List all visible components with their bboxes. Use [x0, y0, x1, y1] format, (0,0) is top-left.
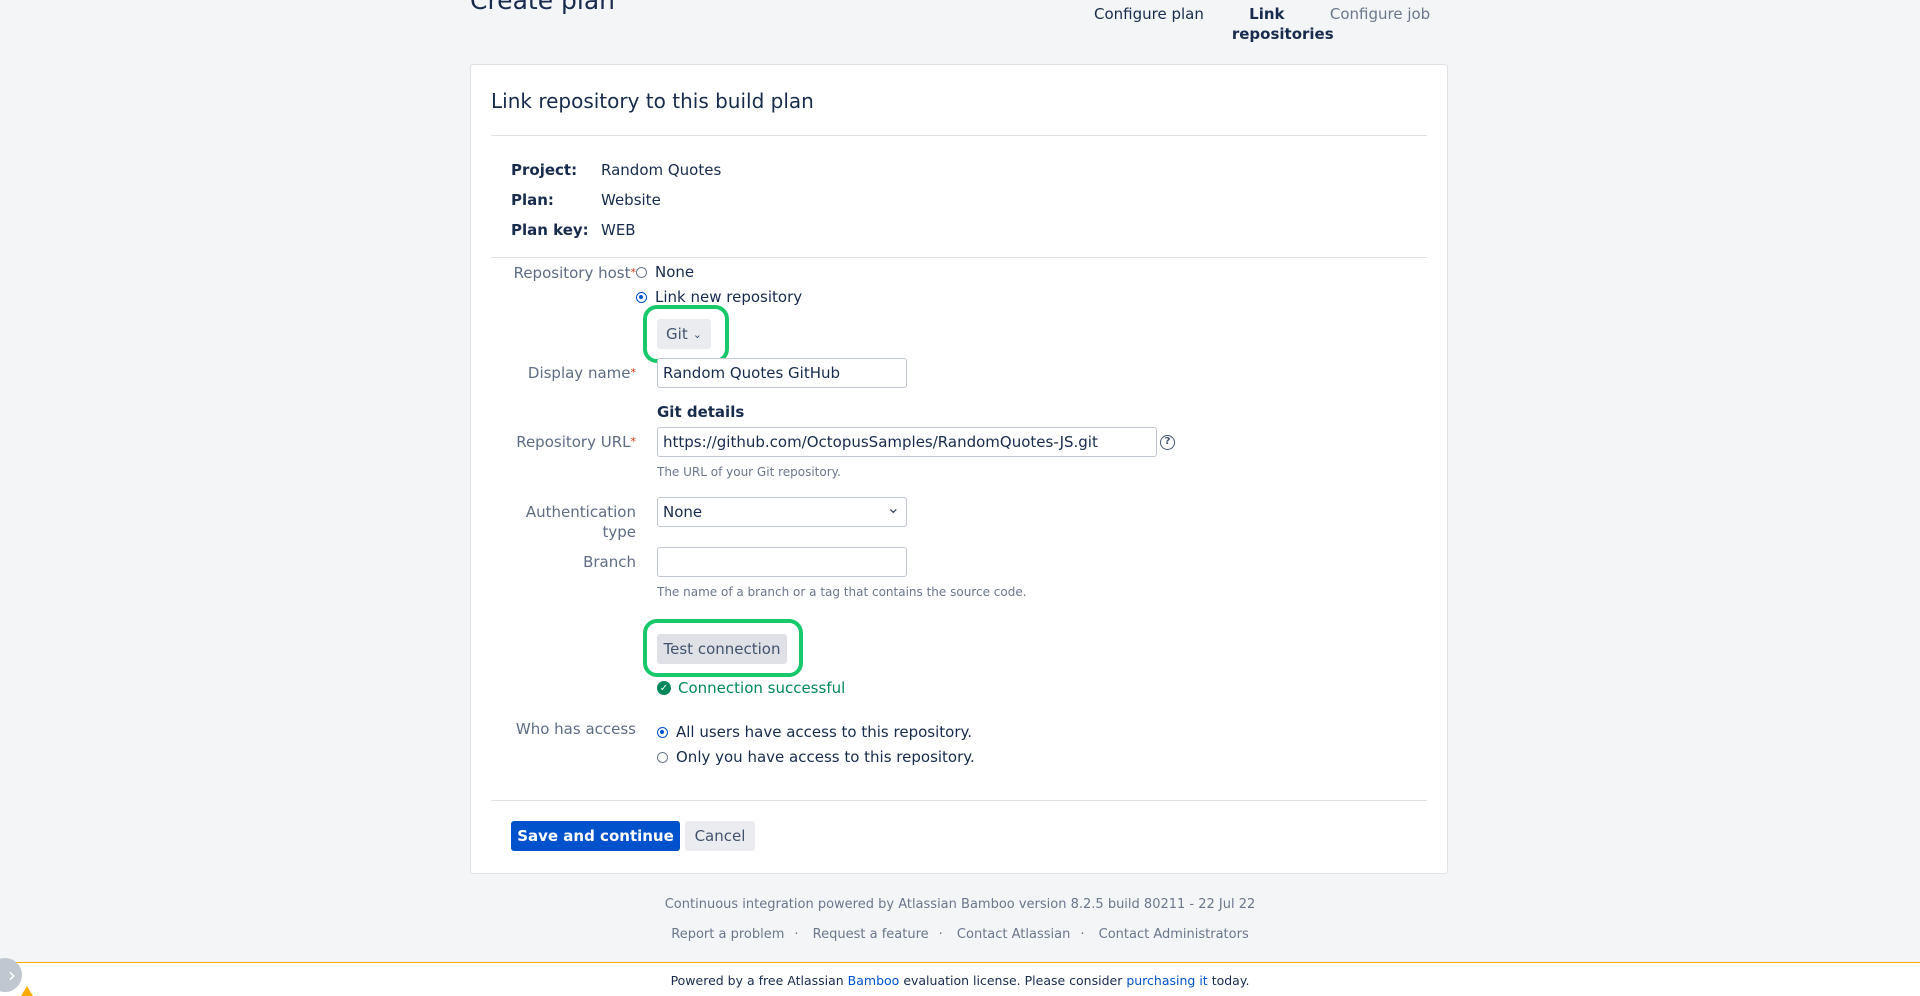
- repo-host-label: Repository host*: [513, 264, 636, 282]
- repo-url-field[interactable]: https://github.com/OctopusSamples/Random…: [657, 427, 1157, 457]
- auth-type-select[interactable]: None: [657, 494, 907, 527]
- repo-url-help: The URL of your Git repository.: [657, 465, 841, 479]
- plan-summary: Project: Random Quotes Plan: Website Pla…: [511, 155, 721, 245]
- display-name-label: Display name*: [527, 364, 636, 382]
- footer-link-report-problem[interactable]: Report a problem: [671, 927, 784, 942]
- branch-label: Branch: [583, 553, 636, 571]
- test-connection-button[interactable]: Test connection: [657, 634, 787, 664]
- link-repository-panel: Link repository to this build plan Proje…: [470, 64, 1448, 874]
- access-only-you-radio[interactable]: Only you have access to this repository.: [657, 748, 975, 766]
- divider: [491, 135, 1427, 136]
- git-details-heading: Git details: [657, 403, 745, 421]
- panel-heading: Link repository to this build plan: [491, 89, 814, 113]
- save-and-continue-button[interactable]: Save and continue: [511, 821, 680, 851]
- license-text: Powered by a free Atlassian Bamboo evalu…: [670, 973, 1250, 988]
- access-all-users-radio[interactable]: All users have access to this repository…: [657, 723, 972, 741]
- purchasing-link[interactable]: purchasing it: [1126, 973, 1207, 988]
- repo-type-dropdown[interactable]: Git ⌄: [657, 319, 711, 349]
- step-configure-plan[interactable]: Configure plan: [1080, 4, 1218, 44]
- footer-links: Report a problem · Request a feature · Con…: [671, 927, 1249, 942]
- display-name-field[interactable]: Random Quotes GitHub: [657, 358, 907, 388]
- access-label: Who has access: [515, 720, 636, 738]
- footer-link-request-feature[interactable]: Request a feature: [813, 927, 929, 942]
- footer-link-contact-atlassian[interactable]: Contact Atlassian: [957, 927, 1070, 942]
- radio-none[interactable]: [636, 266, 647, 278]
- license-banner: Powered by a free Atlassian Bamboo evalu…: [0, 962, 1920, 996]
- connection-status: ✓ Connection successful: [657, 679, 845, 697]
- radio-all-users[interactable]: [657, 726, 668, 738]
- page-title: Create plan: [470, 0, 615, 15]
- bamboo-link[interactable]: Bamboo: [848, 973, 900, 988]
- cancel-button[interactable]: Cancel: [685, 821, 755, 851]
- repo-host-link-new-radio[interactable]: Link new repository: [636, 288, 802, 306]
- branch-help: The name of a branch or a tag that conta…: [657, 585, 1027, 599]
- footer-link-contact-admins[interactable]: Contact Administrators: [1099, 927, 1249, 942]
- repo-url-label: Repository URL*: [516, 433, 636, 451]
- divider: [491, 257, 1427, 258]
- divider: [491, 800, 1427, 801]
- wizard-steps: Configure plan Link repositories Configu…: [1080, 4, 1444, 44]
- step-configure-job[interactable]: Configure job: [1316, 4, 1444, 44]
- radio-link-new[interactable]: [636, 291, 647, 303]
- check-circle-icon: ✓: [657, 681, 671, 695]
- meta-project: Project: Random Quotes: [511, 161, 722, 179]
- help-icon[interactable]: ?: [1160, 435, 1175, 450]
- auth-type-label: Authentication type: [525, 503, 636, 541]
- repo-host-none-radio[interactable]: None: [636, 263, 694, 281]
- step-link-repositories[interactable]: Link repositories: [1218, 4, 1334, 44]
- radio-only-you[interactable]: [657, 751, 668, 763]
- branch-field[interactable]: [657, 547, 907, 577]
- footer-powered-text: Continuous integration powered by Atlass…: [664, 897, 1256, 912]
- meta-plan-key: Plan key: WEB: [511, 221, 636, 239]
- meta-plan: Plan: Website: [511, 191, 661, 209]
- chevron-down-icon: ⌄: [692, 327, 702, 341]
